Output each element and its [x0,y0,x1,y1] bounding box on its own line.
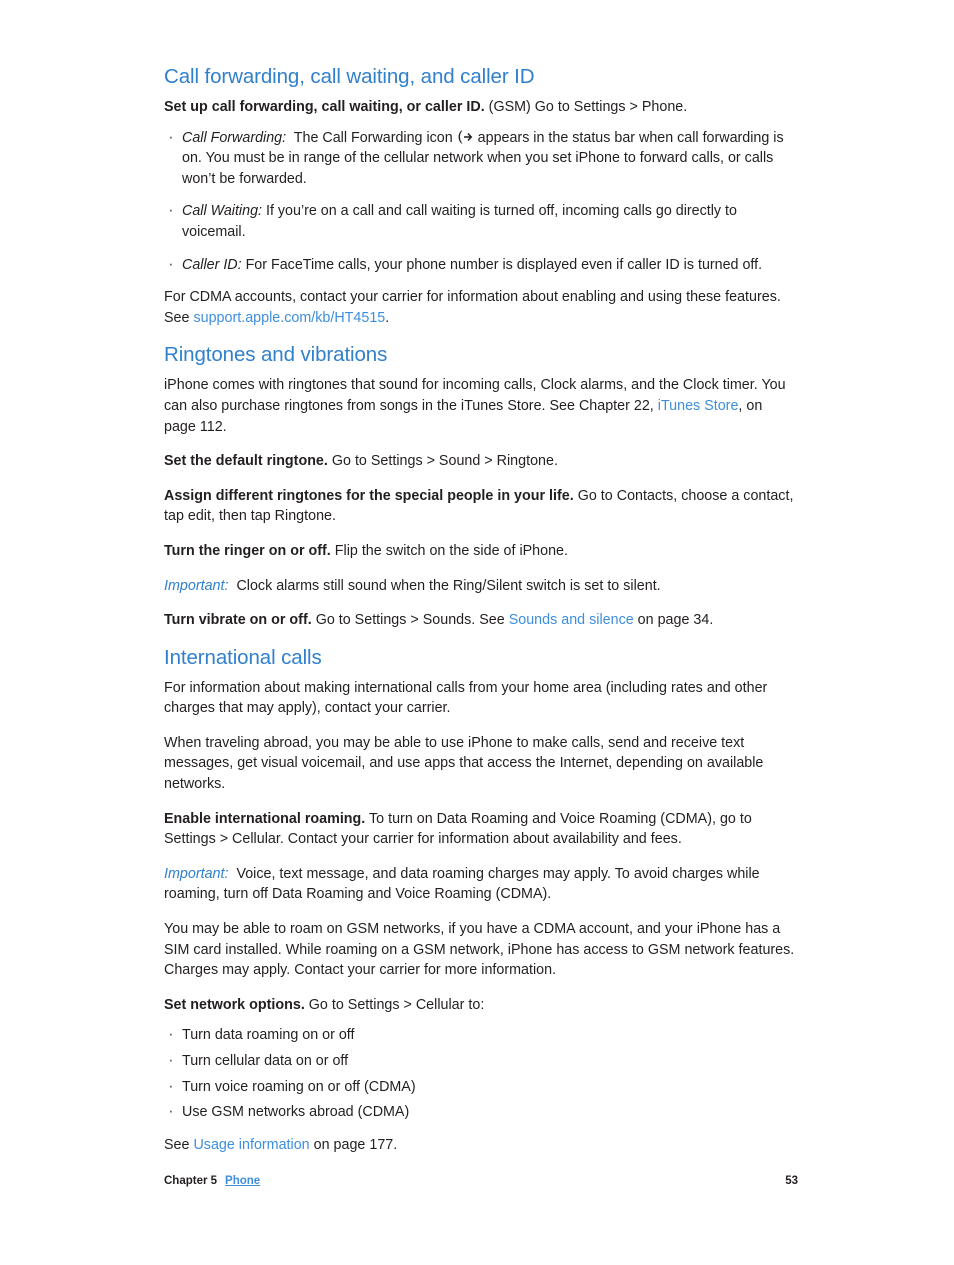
link-itunes-store[interactable]: iTunes Store [658,398,739,414]
list-item-data-roaming: Turn data roaming on or off [164,1024,798,1046]
paragraph-assign-ringtones: Assign different ringtones for the speci… [164,486,798,527]
call-forwarding-icon [458,130,473,144]
link-support-apple-kb[interactable]: support.apple.com/kb/HT4515 [193,310,385,326]
text-see-before-link: See [164,1136,194,1153]
list-item-call-forwarding: Call Forwarding: The Call Forwarding ico… [164,127,798,190]
text-vibrate-before-link: Go to Settings > Sounds. See [315,612,509,629]
link-usage-information[interactable]: Usage information [193,1137,309,1153]
paragraph-gsm-roaming: You may be able to roam on GSM networks,… [164,921,795,979]
footer-chapter: Chapter 5 Phone [164,1173,260,1189]
paragraph-see-usage-information: See Usage information on page 177. [164,1135,798,1156]
term-call-waiting: Call Waiting: [182,203,262,220]
list-item-gsm-abroad: Use GSM networks abroad (CDMA) [164,1101,798,1123]
paragraph-setup-call-forwarding: Set up call forwarding, call waiting, or… [164,97,798,118]
label-important-clock-alarms: Important: [164,577,229,594]
paragraph-turn-ringer: Turn the ringer on or off. Flip the swit… [164,541,798,562]
link-sounds-and-silence[interactable]: Sounds and silence [509,612,634,628]
text-call-forwarding-before-icon: The Call Forwarding icon [293,129,453,146]
text-setup-call-forwarding-rest: (GSM) Go to Settings > Phone. [488,99,688,115]
list-item-caller-id: Caller ID: For FaceTime calls, your phon… [164,254,798,276]
term-caller-id: Caller ID: [182,256,242,273]
list-call-features: Call Forwarding: The Call Forwarding ico… [164,127,798,276]
paragraph-turn-vibrate: Turn vibrate on or off. Go to Settings >… [164,610,798,631]
text-turn-ringer: Flip the switch on the side of iPhone. [334,542,569,559]
document-page: Call forwarding, call waiting, and calle… [0,0,954,1265]
text-vibrate-after-link: on page 34. [633,612,714,629]
paragraph-traveling-abroad: When traveling abroad, you may be able t… [164,734,764,793]
runin-enable-roaming: Enable international roaming. [164,810,366,827]
runin-assign-ringtones: Assign different ringtones for the speci… [164,487,574,504]
list-item-call-waiting: Call Waiting: If you’re on a call and ca… [164,200,798,242]
list-item-voice-roaming: Turn voice roaming on or off (CDMA) [164,1076,798,1098]
runin-turn-ringer: Turn the ringer on or off. [164,542,331,559]
text-caller-id: For FaceTime calls, your phone number is… [245,256,763,273]
runin-setup-call-forwarding: Set up call forwarding, call waiting, or… [164,99,485,115]
runin-turn-vibrate: Turn vibrate on or off. [164,612,312,629]
runin-set-default-ringtone: Set the default ringtone. [164,453,328,470]
page-footer: Chapter 5 Phone 53 [164,1173,798,1189]
label-important-roaming-charges: Important: [164,865,229,882]
list-item-cellular-data: Turn cellular data on or off [164,1050,798,1072]
term-call-forwarding: Call Forwarding: [182,129,287,146]
paragraph-set-network-options: Set network options. Go to Settings > Ce… [164,995,798,1016]
text-set-network-options: Go to Settings > Cellular to: [308,996,485,1013]
text-call-waiting: If you’re on a call and call waiting is … [182,203,737,240]
text-set-default-ringtone: Go to Settings > Sound > Ringtone. [331,453,558,470]
paragraph-international-info: For information about making internation… [164,679,768,717]
text-cdma-after-link: . [385,309,390,326]
paragraph-cdma-accounts: For CDMA accounts, contact your carrier … [164,287,798,328]
footer-page-number: 53 [785,1175,798,1187]
paragraph-ringtones-intro: iPhone comes with ringtones that sound f… [164,375,798,437]
heading-ringtones-vibrations: Ringtones and vibrations [164,343,388,367]
paragraph-important-clock-alarms: Important: Clock alarms still sound when… [164,576,798,597]
text-see-after-link: on page 177. [309,1136,398,1153]
footer-chapter-link[interactable]: Phone [225,1175,260,1187]
paragraph-enable-roaming: Enable international roaming. To turn on… [164,809,798,850]
runin-set-network-options: Set network options. [164,996,305,1013]
heading-international-calls: International calls [164,645,322,669]
paragraph-set-default-ringtone: Set the default ringtone. Go to Settings… [164,451,798,472]
text-important-roaming-charges: Voice, text message, and data roaming ch… [164,865,760,903]
paragraph-important-roaming-charges: Important: Voice, text message, and data… [164,864,798,905]
text-important-clock-alarms: Clock alarms still sound when the Ring/S… [236,577,661,594]
list-network-options: Turn data roaming on or off Turn cellula… [164,1024,798,1123]
page-content: Call forwarding, call waiting, and calle… [164,64,798,1169]
footer-chapter-label: Chapter 5 [164,1175,218,1187]
heading-call-forwarding: Call forwarding, call waiting, and calle… [164,65,535,88]
